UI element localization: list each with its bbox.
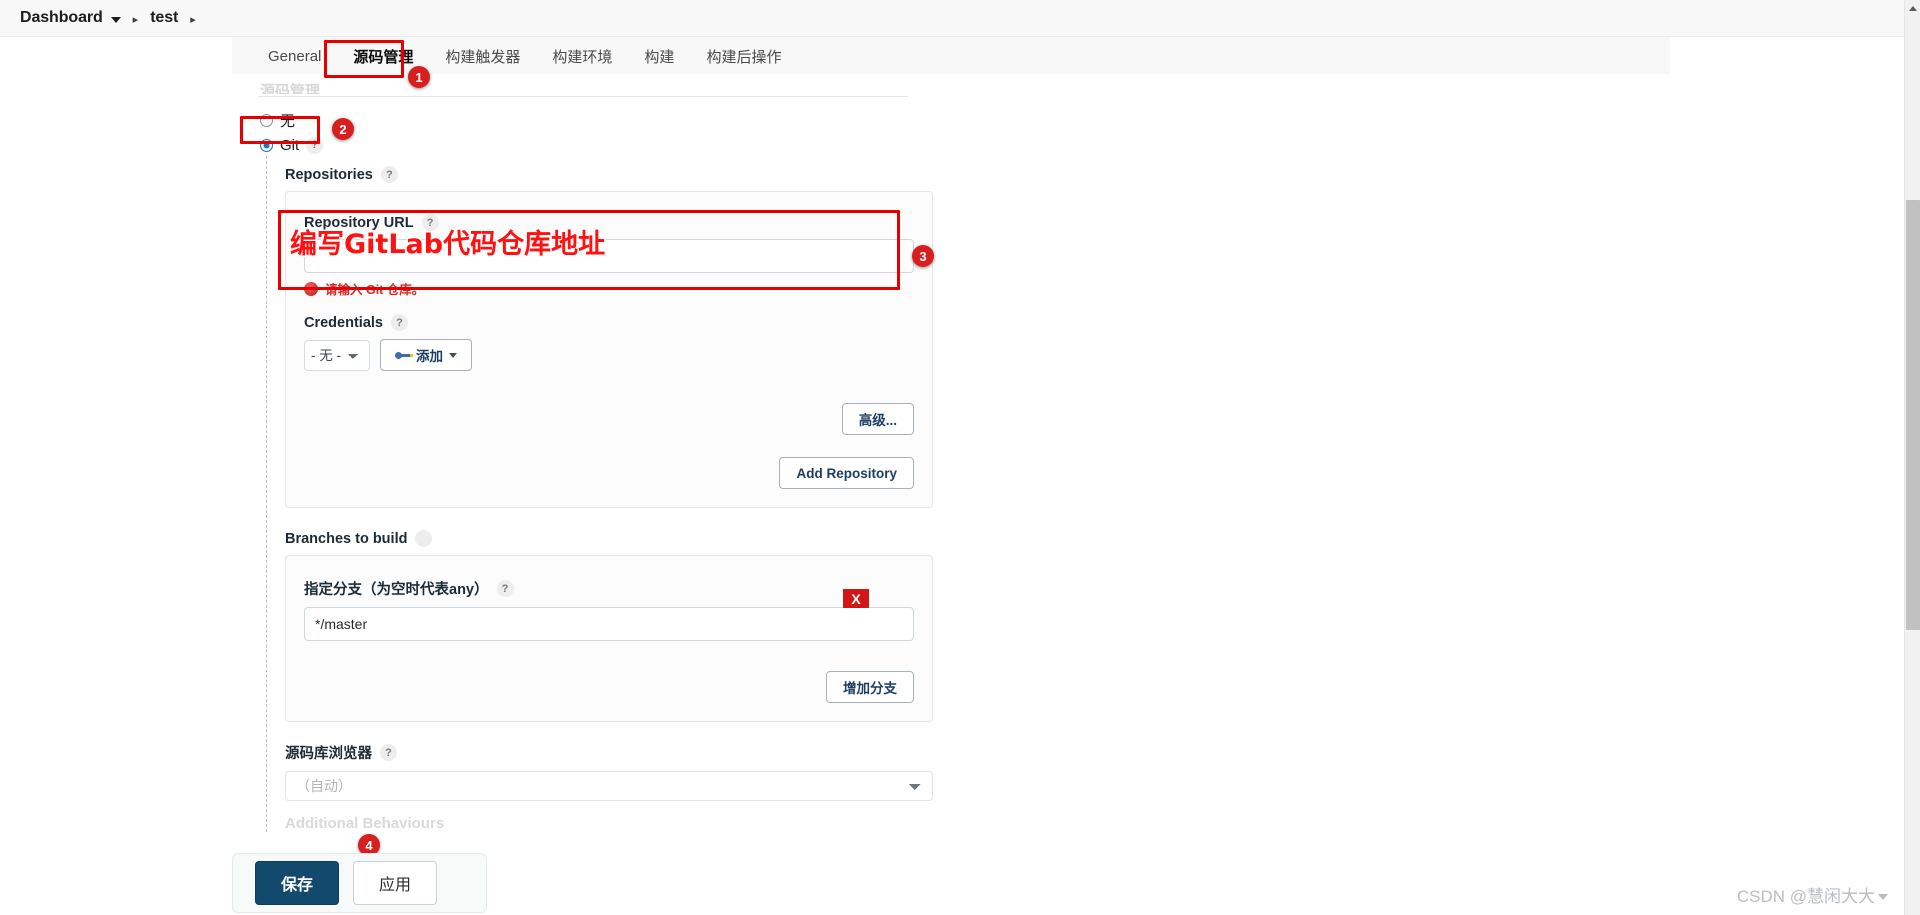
repository-browser-select[interactable]: （自动） xyxy=(285,771,933,801)
left-gutter xyxy=(0,37,232,915)
add-credentials-button[interactable]: 添加 xyxy=(380,339,472,371)
help-icon-credentials[interactable]: ? xyxy=(390,314,408,331)
save-button[interactable]: 保存 xyxy=(255,861,339,905)
key-icon xyxy=(395,350,413,360)
annotation-text-gitlab-url: 编写GitLab代码仓库地址 xyxy=(290,229,606,260)
watermark: CSDN @慧闲大大 xyxy=(1737,882,1888,907)
advanced-button[interactable]: 高级... xyxy=(841,403,914,435)
tab-post-build-actions[interactable]: 构建后操作 xyxy=(690,42,797,71)
config-tabbar: General 源码管理 构建触发器 构建环境 构建 构建后操作 xyxy=(232,38,1670,74)
breadcrumb: Dashboard ▸ test ▸ xyxy=(0,0,1906,37)
additional-behaviours-heading: Additional Behaviours xyxy=(285,815,445,832)
delete-branch-badge[interactable]: X xyxy=(843,589,869,608)
tab-build-environment[interactable]: 构建环境 xyxy=(536,42,628,71)
breadcrumb-separator-2[interactable]: ▸ xyxy=(190,13,196,26)
help-icon-repositories[interactable]: ? xyxy=(380,166,398,183)
chevron-down-icon[interactable] xyxy=(110,17,121,23)
breadcrumb-separator-1: ▸ xyxy=(132,13,139,26)
form-action-bar: 保存 应用 xyxy=(232,853,487,913)
help-icon-repository-browser[interactable]: ? xyxy=(380,744,397,761)
chevron-down-icon xyxy=(449,352,457,358)
branches-label: Branches to build xyxy=(285,530,408,547)
add-repository-row: Add Repository xyxy=(304,457,914,489)
add-repository-button[interactable]: Add Repository xyxy=(779,457,914,489)
config-form-area: 源码管理 无 Git ? Repositories ? Repository U… xyxy=(232,74,1670,915)
page-scrollbar[interactable] xyxy=(1904,0,1920,915)
help-icon-git[interactable]: ? xyxy=(306,136,324,154)
scm-option-none[interactable]: 无 xyxy=(260,109,1644,131)
scm-option-git-label: Git xyxy=(280,136,300,154)
add-branch-row: 增加分支 xyxy=(304,671,914,703)
scroll-up-arrow-icon[interactable] xyxy=(1909,6,1917,11)
breadcrumb-item-dashboard[interactable]: Dashboard xyxy=(20,9,103,27)
scm-form: 源码管理 无 Git ? Repositories ? Repository U… xyxy=(232,74,1670,832)
repository-url-error: 请输入 Git 仓库。 xyxy=(304,279,914,298)
branch-specifier-label: 指定分支（为空时代表any） xyxy=(304,582,489,598)
credentials-select[interactable]: - 无 - xyxy=(304,339,370,371)
scm-option-none-label: 无 xyxy=(280,112,296,130)
right-gutter xyxy=(1670,0,1904,915)
credentials-label-row: Credentials ? xyxy=(304,314,914,331)
radio-icon-none[interactable] xyxy=(260,113,273,127)
section-divider xyxy=(258,96,908,97)
annotation-marker-2: 2 xyxy=(332,118,354,140)
repository-browser-label: 源码库浏览器 xyxy=(285,746,372,762)
tab-build[interactable]: 构建 xyxy=(628,42,690,71)
add-branch-button[interactable]: 增加分支 xyxy=(826,671,914,703)
branches-box: 指定分支（为空时代表any） ? 增加分支 xyxy=(285,555,933,722)
error-icon xyxy=(304,281,318,296)
annotation-marker-3: 3 xyxy=(912,245,934,267)
breadcrumb-item-test[interactable]: test xyxy=(150,9,178,27)
help-icon-branch-specifier[interactable]: ? xyxy=(496,580,514,597)
repositories-label-row: Repositories ? xyxy=(285,166,1644,183)
caret-icon xyxy=(1878,894,1888,900)
branch-specifier-input[interactable] xyxy=(304,607,914,641)
credentials-label: Credentials xyxy=(304,314,383,331)
radio-icon-git[interactable] xyxy=(260,138,273,152)
watermark-text: CSDN @慧闲大大 xyxy=(1736,887,1875,906)
help-icon-branches[interactable] xyxy=(415,530,433,547)
repository-browser-label-row: 源码库浏览器 ? xyxy=(285,742,1644,763)
repositories-label: Repositories xyxy=(285,166,373,183)
advanced-row: 高级... xyxy=(304,403,914,435)
branch-specifier-label-row: 指定分支（为空时代表any） ? xyxy=(304,578,914,599)
scm-option-git[interactable]: Git ? xyxy=(260,134,1644,156)
add-credentials-label: 添加 xyxy=(416,349,443,364)
apply-button[interactable]: 应用 xyxy=(353,861,437,905)
scrollbar-thumb[interactable] xyxy=(1906,200,1920,630)
branches-label-row: Branches to build xyxy=(285,530,1644,547)
tab-general[interactable]: General xyxy=(252,44,337,69)
annotation-marker-1: 1 xyxy=(408,66,430,88)
repository-url-error-text: 请输入 Git 仓库。 xyxy=(325,283,425,297)
credentials-controls: - 无 - 添加 xyxy=(304,339,914,371)
scm-section-heading: 源码管理 xyxy=(260,83,321,94)
page-root: Dashboard ▸ test ▸ General 源码管理 构建触发器 构建… xyxy=(0,0,1920,915)
tab-build-triggers[interactable]: 构建触发器 xyxy=(429,42,536,71)
